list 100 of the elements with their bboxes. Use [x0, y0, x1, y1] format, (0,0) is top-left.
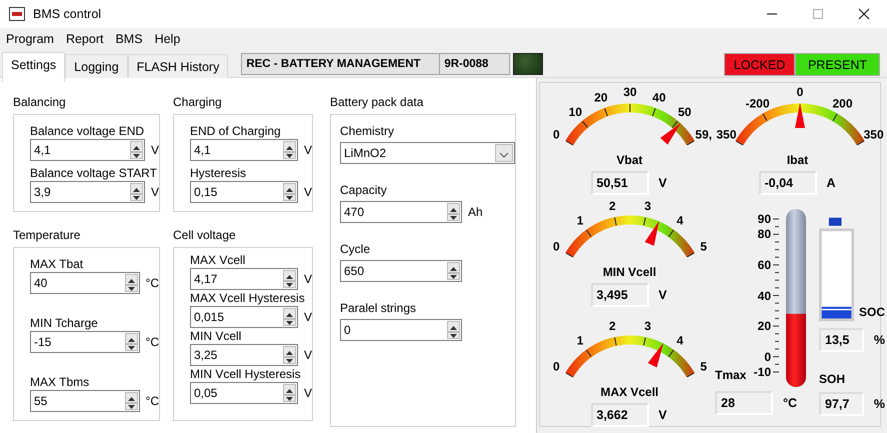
spinner-button[interactable]	[282, 183, 296, 201]
readout-field: 3,662	[590, 403, 648, 427]
field-label: MAX Vcell	[190, 252, 246, 268]
tick-label: 1	[576, 333, 583, 348]
unit-label: Ah	[467, 204, 483, 221]
number-field[interactable]: 55	[30, 390, 140, 412]
tick-label: 3	[644, 199, 651, 214]
tick-label: 40	[652, 90, 666, 104]
tick-label: 20	[594, 90, 608, 104]
menu-item[interactable]: Report	[60, 30, 110, 48]
spinner-button[interactable]	[282, 270, 296, 288]
group-title: Temperature	[13, 227, 82, 244]
tick-label: -200	[745, 96, 770, 111]
group-title: Balancing	[13, 94, 67, 111]
spinner-button[interactable]	[124, 333, 138, 351]
spinner-button[interactable]	[282, 346, 296, 364]
tick-label: 3	[644, 319, 651, 334]
tick-label: 59,	[694, 128, 712, 142]
tick-label: 200	[832, 96, 853, 111]
tick-label: 0	[796, 87, 804, 100]
tick-label: 2	[608, 319, 616, 334]
unit-label: V	[658, 286, 668, 304]
spinner-button[interactable]	[282, 384, 296, 402]
menu-item[interactable]: Help	[148, 30, 186, 48]
spinner-button[interactable]	[282, 141, 296, 159]
readout-field: 50,51	[590, 171, 648, 195]
spinner-button[interactable]	[130, 183, 143, 201]
tick-label: 4	[676, 213, 683, 228]
field-label: Hysteresis	[190, 165, 248, 181]
field-label: Balance voltage START	[30, 165, 158, 181]
number-field[interactable]: 4,1	[190, 139, 298, 161]
window-title: BMS control	[33, 6, 102, 23]
number-field[interactable]: 470	[340, 201, 462, 223]
unit-label: V	[302, 184, 312, 201]
menu-item[interactable]: BMS	[109, 30, 149, 48]
number-field[interactable]: 40	[30, 272, 140, 294]
unit-label: V	[658, 174, 668, 192]
tab[interactable]: Settings	[2, 52, 66, 82]
field-label: MIN Vcell Hysteresis	[190, 366, 302, 382]
number-field[interactable]: 4,1	[30, 139, 145, 161]
serial-number: 9R-0088	[440, 53, 510, 75]
unit-label: °C	[144, 334, 159, 351]
app-icon	[9, 7, 25, 21]
tick-label: 0	[552, 128, 560, 142]
spinner-button[interactable]	[124, 274, 138, 292]
number-field[interactable]: 0,015	[190, 306, 298, 328]
unit-label: V	[302, 309, 312, 326]
gauge-label: Vbat	[615, 152, 644, 169]
spinner-button[interactable]	[447, 321, 460, 339]
spinner-button[interactable]	[282, 308, 296, 326]
spinner-button[interactable]	[447, 262, 460, 280]
tick-label: 0	[552, 360, 560, 374]
number-field[interactable]: 650	[340, 260, 462, 282]
tick-label: 0	[552, 240, 560, 254]
number-field[interactable]: 0	[340, 319, 462, 341]
field-label: MAX Vcell Hysteresis	[190, 290, 306, 306]
number-field[interactable]: 3,9	[30, 181, 145, 203]
number-field[interactable]: 3,25	[190, 344, 298, 366]
field-label: Cycle	[340, 241, 372, 257]
unit-label: °C	[782, 394, 798, 412]
tick-label: 40	[758, 288, 771, 302]
tick-label: 60	[758, 258, 771, 272]
group-title: Battery pack data	[330, 94, 424, 111]
unit-label: V	[302, 142, 312, 159]
number-field[interactable]: -15	[30, 331, 140, 353]
menu-item[interactable]: Program	[0, 30, 60, 48]
field-label: Chemistry	[340, 123, 396, 139]
gauge-label: Ibat	[786, 152, 810, 169]
number-field[interactable]: 0,05	[190, 382, 298, 404]
number-field[interactable]: 0,15	[190, 181, 298, 203]
spinner-button[interactable]	[130, 141, 143, 159]
spinner-button[interactable]	[124, 392, 138, 410]
number-field[interactable]: 4,17	[190, 268, 298, 290]
tick-label: 350	[716, 128, 736, 142]
field-label: Balance voltage END	[30, 123, 146, 139]
readout-field: 3,495	[590, 283, 648, 307]
thermometer-label: Tmax	[715, 367, 746, 384]
tick-label: 30	[622, 87, 636, 100]
group-title: Charging	[173, 94, 223, 111]
spinner-button[interactable]	[447, 203, 460, 221]
group-title: Cell voltage	[173, 227, 237, 244]
dropdown-field[interactable]: LiMnO2	[340, 142, 515, 164]
unit-label: V	[150, 184, 159, 201]
gauge-label: MIN Vcell	[602, 264, 658, 281]
field-label: Paralel strings	[340, 300, 418, 316]
field-label: MIN Tcharge	[30, 315, 99, 331]
unit-label: °C	[144, 393, 159, 410]
gauge-label: MAX Vcell	[599, 384, 660, 401]
tick-label: -10	[754, 365, 771, 379]
tick-label: 4	[676, 333, 683, 348]
soh-label: SOH	[819, 371, 846, 388]
unit-label: %	[872, 332, 885, 349]
unit-label: A	[826, 174, 836, 192]
tick-label: 1	[576, 213, 583, 228]
close-button[interactable]	[857, 7, 871, 21]
tick-label: 2	[608, 199, 616, 214]
readout-field: -0,04	[758, 171, 816, 195]
readout-field: 97,7	[819, 392, 864, 416]
tick-label: 10	[568, 105, 582, 120]
tick-label: 5	[700, 360, 706, 374]
